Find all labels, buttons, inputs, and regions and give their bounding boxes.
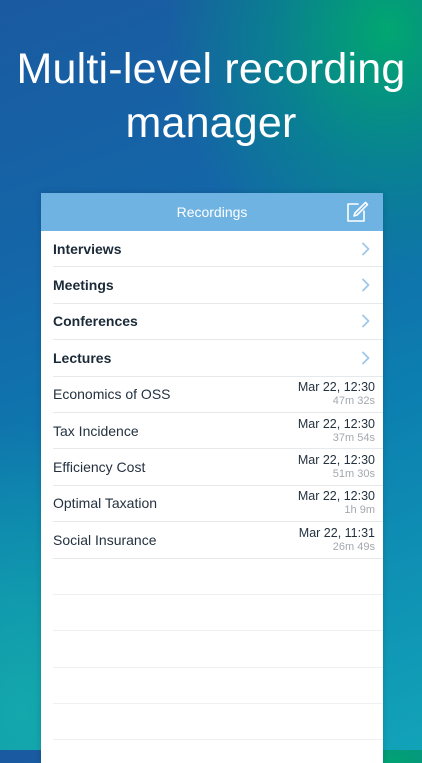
recording-title: Social Insurance: [53, 531, 157, 548]
folder-row-interviews[interactable]: Interviews: [53, 231, 383, 268]
chevron-right-icon: [362, 242, 370, 256]
folder-label: Lectures: [53, 349, 112, 366]
recording-duration: 47m 32s: [332, 395, 375, 408]
recording-title: Economics of OSS: [53, 386, 171, 403]
recording-title: Tax Incidence: [53, 422, 139, 439]
recording-row[interactable]: Optimal Taxation Mar 22, 12:30 1h 9m: [53, 486, 383, 523]
recording-meta: Mar 22, 12:30 1h 9m: [298, 489, 375, 517]
empty-row: [53, 704, 383, 741]
recording-row[interactable]: Tax Incidence Mar 22, 12:30 37m 54s: [53, 413, 383, 450]
recording-duration: 26m 49s: [332, 540, 375, 553]
recording-date: Mar 22, 12:30: [297, 380, 375, 395]
nav-title: Recordings: [176, 204, 248, 220]
app-screen: Recordings Interviews Meetings Conferenc…: [41, 193, 383, 763]
empty-row: [53, 559, 383, 595]
recording-date: Mar 22, 12:30: [297, 453, 375, 468]
headline: Multi-level recording manager: [0, 42, 422, 150]
folder-label: Interviews: [53, 240, 122, 257]
headline-line-1: Multi-level recording: [16, 45, 406, 93]
recording-date: Mar 22, 11:31: [298, 525, 375, 540]
recording-title: Optimal Taxation: [53, 495, 158, 512]
recording-meta: Mar 22, 12:30 37m 54s: [298, 417, 375, 445]
chevron-right-icon: [362, 351, 370, 365]
recording-date: Mar 22, 12:30: [297, 416, 375, 431]
folder-label: Conferences: [53, 313, 138, 330]
empty-row: [53, 631, 383, 668]
folder-label: Meetings: [53, 277, 114, 294]
recording-meta: Mar 22, 11:31 26m 49s: [299, 526, 375, 554]
navigation-bar: Recordings: [41, 193, 383, 231]
recording-date: Mar 22, 12:30: [297, 489, 375, 504]
recording-meta: Mar 22, 12:30 47m 32s: [298, 380, 375, 408]
empty-row: [53, 595, 383, 632]
folder-row-meetings[interactable]: Meetings: [53, 267, 383, 304]
chevron-right-icon: [362, 278, 370, 292]
compose-icon[interactable]: [345, 201, 369, 223]
recording-duration: 51m 30s: [332, 468, 375, 481]
folder-row-conferences[interactable]: Conferences: [53, 304, 383, 341]
folder-row-lectures[interactable]: Lectures: [53, 340, 383, 377]
recording-meta: Mar 22, 12:30 51m 30s: [298, 453, 375, 481]
recording-row[interactable]: Social Insurance Mar 22, 11:31 26m 49s: [53, 522, 383, 559]
chevron-right-icon: [362, 315, 370, 328]
recordings-list: Interviews Meetings Conferences Lectures…: [41, 231, 383, 741]
empty-row: [53, 668, 383, 705]
recording-row[interactable]: Efficiency Cost Mar 22, 12:30 51m 30s: [53, 449, 383, 486]
headline-line-2: manager: [125, 99, 297, 147]
recording-title: Efficiency Cost: [53, 459, 146, 476]
recording-row[interactable]: Economics of OSS Mar 22, 12:30 47m 32s: [53, 377, 383, 413]
recording-duration: 1h 9m: [344, 504, 375, 517]
recording-duration: 37m 54s: [332, 431, 375, 444]
